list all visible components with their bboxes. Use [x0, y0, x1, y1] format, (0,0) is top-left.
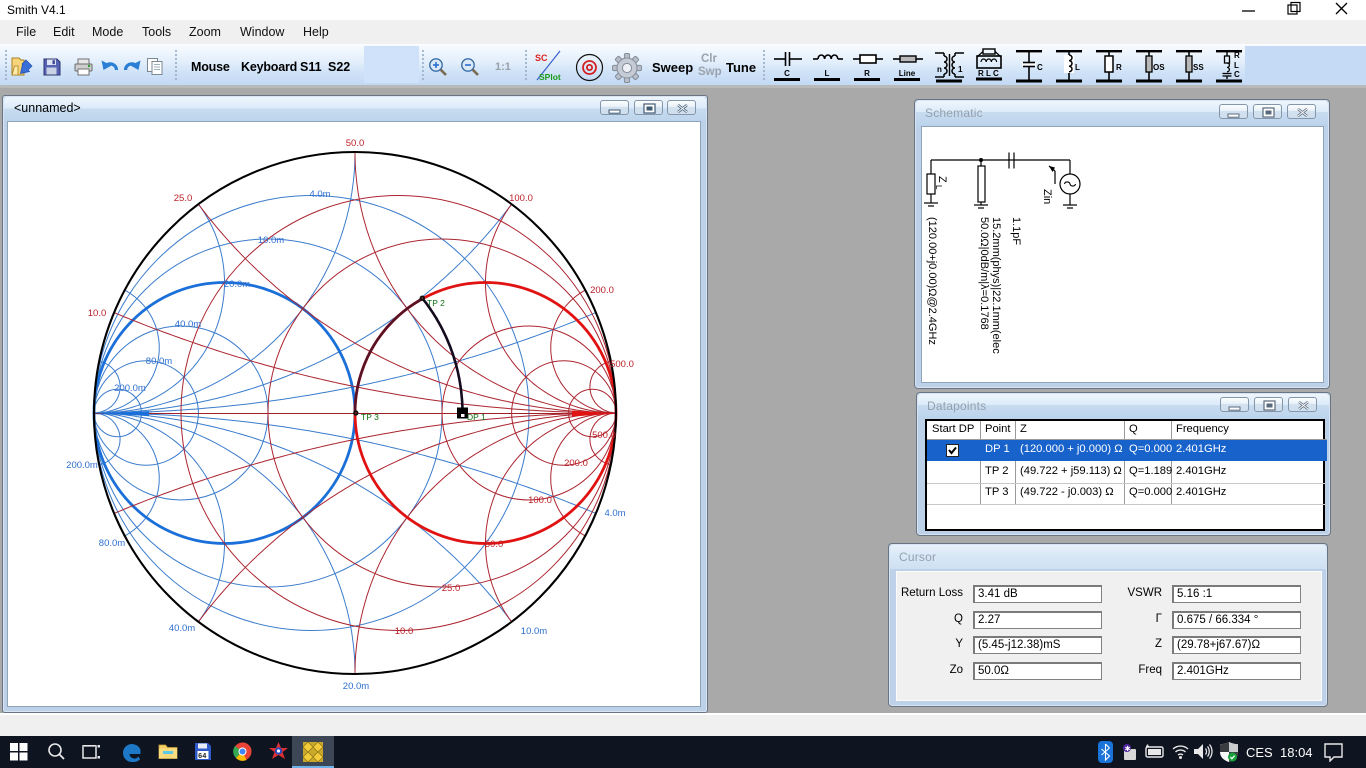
svg-text:200.0: 200.0 [564, 458, 588, 469]
svg-text:20.0m: 20.0m [224, 279, 250, 290]
svg-text:20.0m: 20.0m [343, 681, 369, 692]
svg-text:L: L [934, 185, 943, 190]
svg-text:R L C: R L C [978, 69, 999, 78]
svg-text:50.0: 50.0 [346, 138, 365, 149]
svg-text:SS: SS [1193, 63, 1204, 72]
svg-text:50.0: 50.0 [485, 539, 504, 550]
svg-text:25.0: 25.0 [174, 193, 193, 204]
svg-text:L: L [1234, 61, 1239, 70]
svg-text:25.0: 25.0 [442, 583, 461, 594]
svg-text:✱: ✱ [1125, 745, 1131, 753]
svg-text:R: R [1116, 63, 1122, 72]
svg-text:200.0m: 200.0m [114, 383, 146, 394]
svg-text:R: R [1234, 51, 1240, 60]
svg-text:40.0m: 40.0m [175, 319, 201, 330]
svg-text:Zin: Zin [1041, 189, 1053, 204]
svg-text:SPlot: SPlot [539, 72, 561, 82]
svg-text:40.0m: 40.0m [169, 623, 195, 634]
svg-text:500.0: 500.0 [592, 430, 616, 441]
svg-text:TP 2: TP 2 [427, 298, 445, 308]
svg-text:C: C [1234, 70, 1240, 79]
svg-text:10.0: 10.0 [395, 626, 414, 637]
svg-text:L: L [1075, 63, 1080, 72]
svg-text:10.0: 10.0 [88, 308, 107, 319]
svg-text:64: 64 [198, 753, 206, 761]
svg-text:Line: Line [899, 69, 916, 78]
svg-text:80.0m: 80.0m [99, 538, 125, 549]
svg-text:4.0m: 4.0m [604, 508, 625, 519]
svg-text:TP 3: TP 3 [361, 412, 379, 422]
svg-text:10.0m: 10.0m [521, 626, 547, 637]
svg-text:L: L [825, 69, 830, 78]
svg-text:DP 1: DP 1 [467, 412, 486, 422]
svg-text:4.0m: 4.0m [309, 189, 330, 200]
svg-text:C: C [784, 69, 790, 78]
svg-text:10.0m: 10.0m [258, 235, 284, 246]
svg-text:80.0m: 80.0m [146, 356, 172, 367]
svg-text:200.0: 200.0 [590, 285, 614, 296]
svg-text:1: 1 [958, 65, 963, 74]
svg-text:SC: SC [535, 53, 548, 63]
svg-text:200.0m: 200.0m [66, 460, 98, 471]
svg-text:R: R [864, 69, 870, 78]
svg-text:Z: Z [936, 176, 948, 183]
svg-text:500.0: 500.0 [610, 359, 634, 370]
svg-text:OS: OS [1153, 63, 1165, 72]
svg-text:n: n [937, 65, 942, 74]
svg-text:100.0: 100.0 [528, 495, 552, 506]
svg-text:100.0: 100.0 [509, 193, 533, 204]
svg-text:C: C [1037, 63, 1043, 72]
